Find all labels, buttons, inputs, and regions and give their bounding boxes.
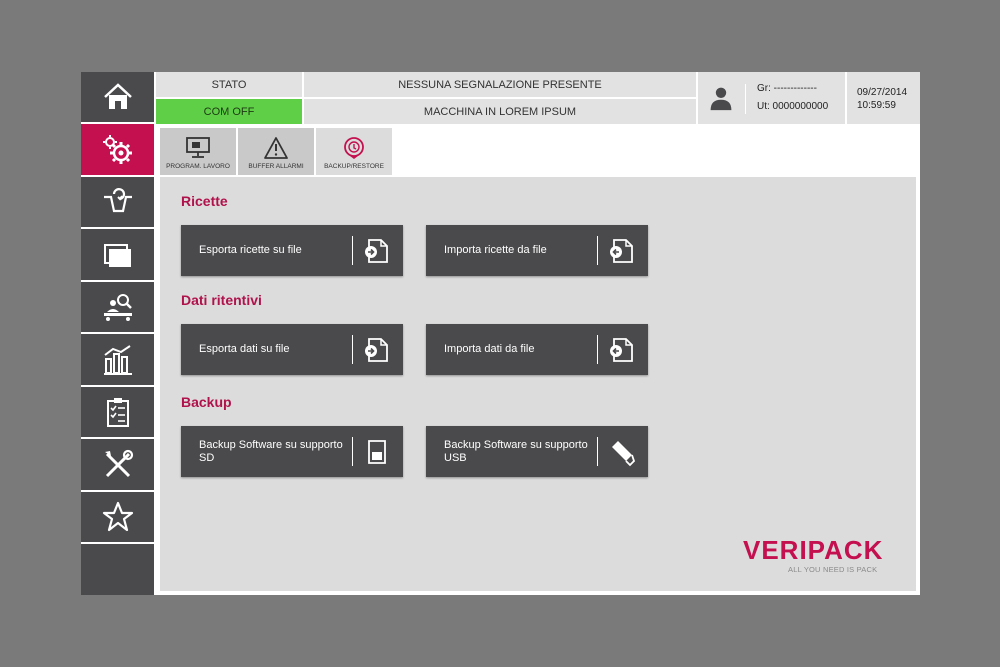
tab-alarm-buffer[interactable]: BUFFER ALLARMI: [238, 128, 314, 175]
home-icon: [103, 83, 132, 109]
time: 10:59:59: [857, 100, 896, 111]
button-label: Importa dati da file: [444, 343, 535, 355]
logo-tagline: ALL YOU NEED IS PACK: [788, 565, 878, 574]
section-title-ricette: Ricette: [181, 193, 228, 209]
tab-program-work[interactable]: PROGRAM. LAVORO: [160, 128, 236, 175]
section-title-dati: Dati ritentivi: [181, 292, 262, 308]
import-recipes-button[interactable]: Importa ricette da file: [426, 225, 648, 276]
import-data-button[interactable]: Importa dati da file: [426, 324, 648, 375]
tab-label: BUFFER ALLARMI: [248, 163, 304, 170]
divider: [352, 437, 353, 466]
backup-restore-panel: Ricette Esporta ricette su file Importa …: [160, 177, 916, 591]
button-label: Esporta dati su file: [199, 343, 290, 355]
warning-icon: [264, 137, 288, 159]
divider: [745, 84, 746, 114]
app-window: STATO COM OFF NESSUNA SEGNALAZIONE PRESE…: [81, 72, 920, 595]
alarm-message: NESSUNA SEGNALAZIONE PRESENTE: [304, 72, 696, 97]
export-file-icon: [365, 338, 388, 362]
usb-drive-icon: [612, 441, 636, 467]
statistics-icon: [103, 344, 132, 375]
button-label: Backup Software su supporto SD: [199, 438, 343, 464]
backup-sd-button[interactable]: Backup Software su supporto SD: [181, 426, 403, 477]
user-avatar-icon: [710, 87, 732, 111]
user-panel[interactable]: Gr: ------------- Ut: 0000000000: [698, 72, 845, 124]
backup-usb-button[interactable]: Backup Software su supporto USB: [426, 426, 648, 477]
sidebar-item-inspection[interactable]: [81, 282, 154, 334]
tools-icon: [104, 449, 133, 477]
star-icon: [102, 501, 133, 532]
date: 09/27/2014: [857, 87, 908, 98]
gears-icon: [102, 134, 132, 164]
logo-brand: VERIPACK: [743, 535, 884, 565]
button-label: Esporta ricette su file: [199, 244, 302, 256]
folder-icon: [103, 243, 131, 267]
sidebar-item-checklist[interactable]: [81, 387, 154, 439]
import-file-icon: [610, 239, 633, 263]
divider: [352, 236, 353, 265]
export-recipes-button[interactable]: Esporta ricette su file: [181, 225, 403, 276]
sidebar-item-settings[interactable]: [81, 124, 154, 177]
inspection-icon: [103, 294, 132, 321]
sidebar-item-favorites[interactable]: [81, 492, 154, 544]
import-file-icon: [610, 338, 633, 362]
checklist-icon: [106, 398, 129, 427]
tab-label: BACKUP/RESTORE: [324, 163, 384, 170]
divider: [597, 437, 598, 466]
backup-icon: [344, 137, 364, 159]
user-group: Gr: -------------: [757, 83, 817, 94]
sidebar-item-tools[interactable]: [81, 439, 154, 492]
sidebar: [81, 72, 154, 595]
status-label: STATO: [156, 72, 302, 97]
tab-label: PROGRAM. LAVORO: [166, 163, 230, 170]
button-label: Importa ricette da file: [444, 244, 547, 256]
sidebar-item-home[interactable]: [81, 72, 154, 124]
button-label: Backup Software su supporto USB: [444, 438, 588, 464]
tab-backup-restore[interactable]: BACKUP/RESTORE: [316, 128, 392, 175]
divider: [597, 236, 598, 265]
status-badge: COM OFF: [156, 99, 302, 124]
machine-status: MACCHINA IN LOREM IPSUM: [304, 99, 696, 124]
veripack-logo: VERIPACK ALL YOU NEED IS PACK: [743, 535, 903, 575]
user-id: Ut: 0000000000: [757, 101, 829, 112]
sidebar-item-recipe-flow[interactable]: [81, 177, 154, 229]
section-title-backup: Backup: [181, 394, 232, 410]
divider: [352, 335, 353, 364]
divider: [597, 335, 598, 364]
export-data-button[interactable]: Esporta dati su file: [181, 324, 403, 375]
datetime-panel: 09/27/2014 10:59:59: [847, 72, 920, 124]
recipe-flow-icon: [103, 188, 132, 213]
monitor-icon: [186, 137, 210, 158]
sidebar-item-folder[interactable]: [81, 229, 154, 282]
export-file-icon: [365, 239, 388, 263]
sd-card-icon: [368, 440, 386, 464]
sidebar-item-statistics[interactable]: [81, 334, 154, 387]
